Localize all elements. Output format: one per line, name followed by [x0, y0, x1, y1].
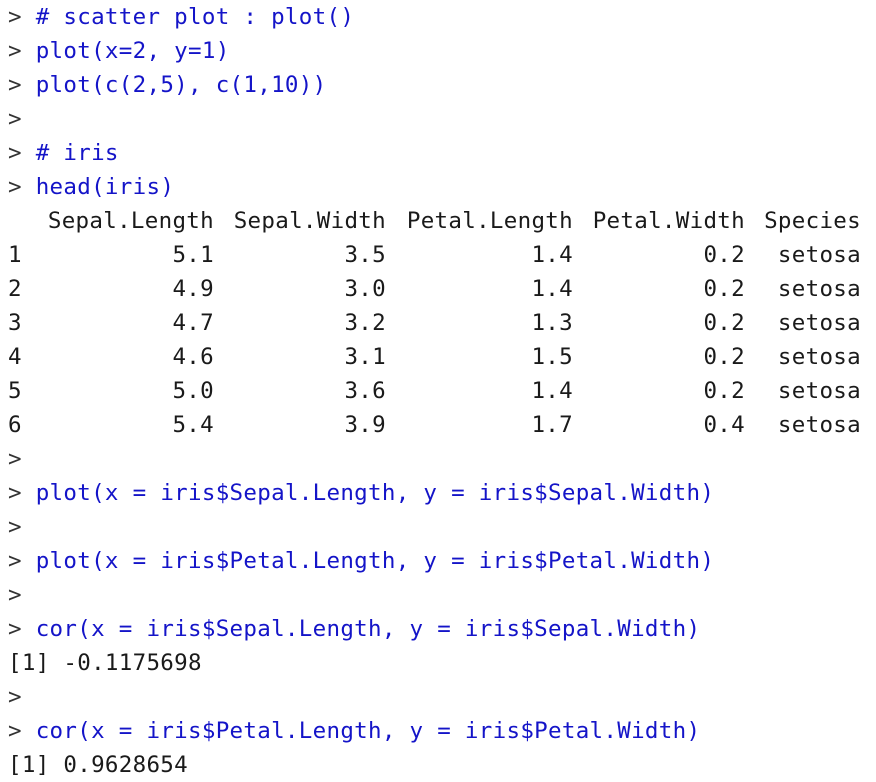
prompt-symbol: >	[8, 106, 36, 132]
prompt-symbol: >	[8, 616, 36, 642]
prompt-symbol: >	[8, 38, 36, 64]
table-cell: 3.9	[344, 412, 386, 438]
table-cell: 4.9	[172, 276, 214, 302]
output-text: [1] -0.1175698	[8, 650, 202, 676]
console-history-after: > > plot(x = iris$Sepal.Length, y = iris…	[8, 442, 876, 782]
console-command-line[interactable]: >	[8, 578, 876, 612]
command-text: cor(x = iris$Petal.Length, y = iris$Peta…	[35, 718, 701, 744]
command-text: plot(c(2,5), c(1,10))	[35, 72, 327, 98]
console-command-line[interactable]: >	[8, 510, 876, 544]
prompt-symbol: >	[8, 582, 36, 608]
prompt-symbol: >	[8, 72, 36, 98]
table-cell: 0.2	[703, 310, 745, 336]
row-name: 2	[8, 276, 22, 302]
table-cell: 4.7	[172, 310, 214, 336]
console-command-line[interactable]: >	[8, 680, 876, 714]
table-cell: 1.4	[531, 378, 573, 404]
console-command-line[interactable]: >	[8, 442, 876, 476]
table-cell: 1.7	[531, 412, 573, 438]
prompt-symbol: >	[8, 4, 36, 30]
console-command-line[interactable]: > plot(x = iris$Sepal.Length, y = iris$S…	[8, 476, 876, 510]
table-row: 5 5.0 3.6 1.4 0.2 setosa	[8, 374, 861, 408]
console-command-line[interactable]: > # iris	[8, 136, 876, 170]
command-text: cor(x = iris$Sepal.Length, y = iris$Sepa…	[35, 616, 701, 642]
prompt-symbol: >	[8, 174, 36, 200]
row-name: 5	[8, 378, 22, 404]
console-output-line: [1] 0.9628654	[8, 748, 876, 782]
table-row: 2 4.9 3.0 1.4 0.2 setosa	[8, 272, 861, 306]
table-cell: 5.4	[172, 412, 214, 438]
column-header: Sepal.Width	[233, 208, 386, 234]
table-cell: 1.4	[531, 276, 573, 302]
column-header: Petal.Width	[592, 208, 745, 234]
console-command-line[interactable]: > # scatter plot : plot()	[8, 0, 876, 34]
row-name-header	[8, 204, 40, 238]
prompt-symbol: >	[8, 684, 36, 710]
table-cell: 0.2	[703, 276, 745, 302]
table-cell: setosa	[777, 378, 861, 404]
row-name: 1	[8, 242, 22, 268]
table-cell: 0.2	[703, 242, 745, 268]
table-cell: 1.4	[531, 242, 573, 268]
table-cell: 4.6	[172, 344, 214, 370]
r-console[interactable]: > # scatter plot : plot() > plot(x=2, y=1…	[0, 0, 876, 782]
console-command-line[interactable]: > plot(x=2, y=1)	[8, 34, 876, 68]
table-cell: setosa	[777, 310, 861, 336]
console-command-line[interactable]: > plot(c(2,5), c(1,10))	[8, 68, 876, 102]
prompt-symbol: >	[8, 446, 36, 472]
table-cell: setosa	[777, 344, 861, 370]
console-command-line[interactable]: > head(iris)	[8, 170, 876, 204]
column-header: Sepal.Length	[47, 208, 214, 234]
iris-head-table: Sepal.Length Sepal.Width Petal.Length Pe…	[8, 204, 861, 442]
table-cell: 1.5	[531, 344, 573, 370]
prompt-symbol: >	[8, 480, 36, 506]
table-cell: 0.4	[703, 412, 745, 438]
console-output-line: [1] -0.1175698	[8, 646, 876, 680]
table-row: 6 5.4 3.9 1.7 0.4 setosa	[8, 408, 861, 442]
prompt-symbol: >	[8, 548, 36, 574]
column-header: Petal.Length	[406, 208, 573, 234]
table-row: 3 4.7 3.2 1.3 0.2 setosa	[8, 306, 861, 340]
row-name: 4	[8, 344, 22, 370]
table-cell: 3.2	[344, 310, 386, 336]
table-row: 1 5.1 3.5 1.4 0.2 setosa	[8, 238, 861, 272]
table-cell: 3.0	[344, 276, 386, 302]
console-command-line[interactable]: > cor(x = iris$Petal.Length, y = iris$Pe…	[8, 714, 876, 748]
table-cell: 3.5	[344, 242, 386, 268]
table-cell: 1.3	[531, 310, 573, 336]
prompt-symbol: >	[8, 140, 36, 166]
table-cell: 3.1	[344, 344, 386, 370]
command-text: # iris	[35, 140, 119, 166]
command-text: plot(x = iris$Petal.Length, y = iris$Pet…	[35, 548, 715, 574]
console-history-before: > # scatter plot : plot() > plot(x=2, y=1…	[8, 0, 876, 204]
console-command-line[interactable]: > plot(x = iris$Petal.Length, y = iris$P…	[8, 544, 876, 578]
table-cell: 5.1	[172, 242, 214, 268]
output-text: [1] 0.9628654	[8, 752, 188, 778]
console-command-line[interactable]: >	[8, 102, 876, 136]
console-command-line[interactable]: > cor(x = iris$Sepal.Length, y = iris$Se…	[8, 612, 876, 646]
row-name: 6	[8, 412, 22, 438]
command-text: plot(x=2, y=1)	[35, 38, 230, 64]
table-cell: 0.2	[703, 378, 745, 404]
command-text: plot(x = iris$Sepal.Length, y = iris$Sep…	[35, 480, 715, 506]
column-header: Species	[764, 208, 861, 234]
command-text: head(iris)	[35, 174, 175, 200]
row-name: 3	[8, 310, 22, 336]
table-header-row: Sepal.Length Sepal.Width Petal.Length Pe…	[8, 204, 861, 238]
table-cell: 3.6	[344, 378, 386, 404]
table-cell: setosa	[777, 242, 861, 268]
prompt-symbol: >	[8, 514, 36, 540]
table-cell: setosa	[777, 412, 861, 438]
table-cell: 0.2	[703, 344, 745, 370]
prompt-symbol: >	[8, 718, 36, 744]
table-body: 1 5.1 3.5 1.4 0.2 setosa 2 4.9 3.0 1.4 0.2 setosa 3 4…	[8, 238, 861, 442]
table-row: 4 4.6 3.1 1.5 0.2 setosa	[8, 340, 861, 374]
command-text: # scatter plot : plot()	[35, 4, 355, 30]
table-cell: 5.0	[172, 378, 214, 404]
table-cell: setosa	[777, 276, 861, 302]
